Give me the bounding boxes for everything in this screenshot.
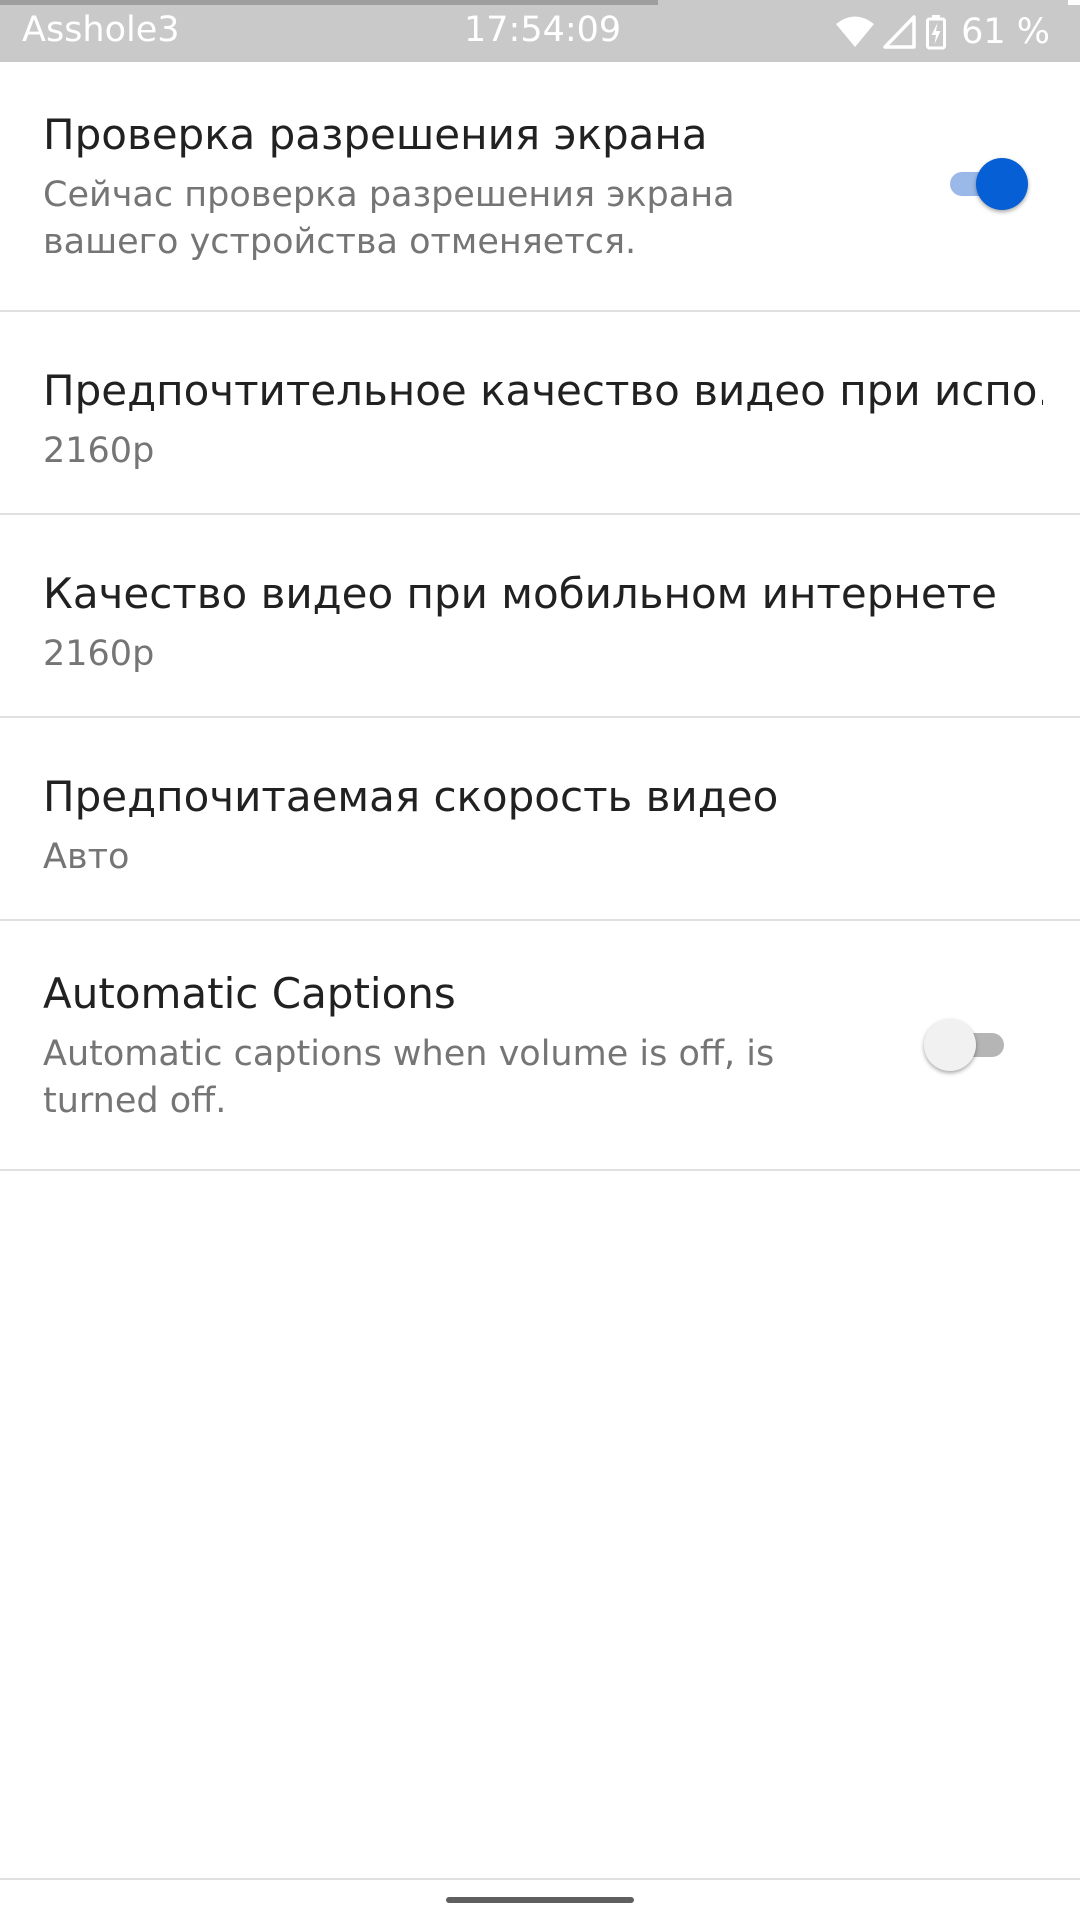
status-icons: 61 % (835, 8, 1050, 56)
setting-title: Предпочтительное качество видео при испо… (43, 366, 1043, 415)
setting-title: Качество видео при мобильном интернете (43, 569, 998, 618)
toggle-thumb (924, 1019, 976, 1071)
status-progress-line (0, 0, 658, 5)
status-time: 17:54:09 (464, 10, 622, 50)
cellular-signal-icon (883, 15, 917, 49)
home-gesture-handle[interactable] (446, 1897, 634, 1903)
battery-percentage: 61 % (961, 12, 1050, 52)
automatic-captions-toggle[interactable] (924, 1016, 1010, 1074)
setting-title: Automatic Captions (43, 969, 456, 1018)
screen-resolution-check-setting[interactable]: Проверка разрешения экрана Сейчас провер… (0, 62, 1080, 312)
settings-list: Проверка разрешения экрана Сейчас провер… (0, 62, 1080, 1171)
setting-value: Авто (43, 837, 130, 877)
setting-value: 2160p (43, 431, 155, 471)
status-progress-tail (1068, 0, 1080, 5)
setting-title: Проверка разрешения экрана (43, 110, 708, 159)
setting-summary: Automatic captions when volume is off, i… (43, 1034, 775, 1121)
preferred-video-speed-setting[interactable]: Предпочитаемая скорость видео Авто (0, 718, 1080, 921)
automatic-captions-setting[interactable]: Automatic Captions Automatic captions wh… (0, 921, 1080, 1171)
status-bar: Asshole3 17:54:09 61 % (0, 0, 1080, 62)
carrier-name: Asshole3 (22, 10, 180, 50)
settings-screen: Asshole3 17:54:09 61 % Проверка разрешен… (0, 0, 1080, 1920)
setting-title: Предпочитаемая скорость видео (43, 772, 779, 821)
toggle-thumb (976, 158, 1028, 210)
mobile-video-quality-setting[interactable]: Качество видео при мобильном интернете 2… (0, 515, 1080, 718)
setting-value: 2160p (43, 634, 155, 674)
battery-charging-icon (925, 14, 947, 50)
preferred-video-quality-wifi-setting[interactable]: Предпочтительное качество видео при испо… (0, 312, 1080, 515)
screen-resolution-check-toggle[interactable] (944, 155, 1030, 213)
wifi-icon (835, 15, 875, 49)
setting-summary: Сейчас проверка разрешения экрана вашего… (43, 175, 735, 262)
navigation-divider (0, 1878, 1080, 1880)
